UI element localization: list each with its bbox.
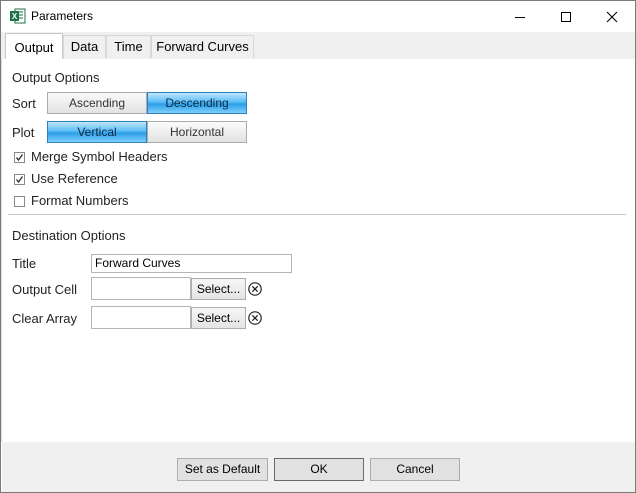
format-numbers-label: Format Numbers xyxy=(31,193,129,208)
maximize-icon xyxy=(561,11,571,22)
sort-label: Sort xyxy=(12,96,36,111)
minimize-button[interactable] xyxy=(497,1,543,32)
clear-array-clear-icon[interactable] xyxy=(248,311,262,325)
title-bar: X Parameters xyxy=(1,1,635,32)
close-button[interactable] xyxy=(589,1,635,32)
clear-array-label: Clear Array xyxy=(12,311,78,326)
use-reference-checkbox[interactable] xyxy=(14,174,25,185)
output-cell-select-button[interactable]: Select... xyxy=(191,278,246,300)
title-input[interactable]: Forward Curves xyxy=(91,254,292,273)
checkmark-icon xyxy=(15,154,24,162)
tab-forward-curves[interactable]: Forward Curves xyxy=(151,35,254,58)
title-label: Title xyxy=(12,256,37,271)
output-options-heading: Output Options xyxy=(12,70,100,85)
maximize-button[interactable] xyxy=(543,1,589,32)
tab-strip: Output Data Time Forward Curves xyxy=(1,32,635,60)
plot-label: Plot xyxy=(12,125,35,140)
parameters-dialog: X Parameters Output Data Time Forward Cu… xyxy=(0,0,636,493)
close-icon xyxy=(606,11,618,22)
dialog-footer: Set as Default OK Cancel xyxy=(2,442,635,492)
output-cell-clear-icon[interactable] xyxy=(248,282,262,296)
ok-button[interactable]: OK xyxy=(274,458,364,481)
section-divider xyxy=(8,214,626,215)
cancel-button[interactable]: Cancel xyxy=(370,458,460,481)
minimize-icon xyxy=(515,16,525,18)
sort-descending-button[interactable]: Descending xyxy=(147,92,247,114)
destination-options-heading: Destination Options xyxy=(12,228,126,243)
output-cell-label: Output Cell xyxy=(12,282,78,297)
tab-data[interactable]: Data xyxy=(63,35,106,58)
plot-horizontal-button[interactable]: Horizontal xyxy=(147,121,247,143)
merge-symbol-headers-label: Merge Symbol Headers xyxy=(31,149,168,164)
checkmark-icon xyxy=(15,176,24,184)
merge-symbol-headers-checkbox[interactable] xyxy=(14,152,25,163)
format-numbers-checkbox[interactable] xyxy=(14,196,25,207)
svg-text:X: X xyxy=(12,12,18,21)
output-tab-panel: Output Options Sort Ascending Descending… xyxy=(2,59,635,441)
tab-time[interactable]: Time xyxy=(106,35,151,58)
clear-array-select-button[interactable]: Select... xyxy=(191,307,246,329)
window-title: Parameters xyxy=(31,9,94,23)
excel-icon: X xyxy=(10,8,26,24)
use-reference-label: Use Reference xyxy=(31,171,118,186)
output-cell-input[interactable] xyxy=(91,277,191,300)
tab-output[interactable]: Output xyxy=(5,33,63,60)
set-as-default-button[interactable]: Set as Default xyxy=(177,458,268,481)
clear-array-input[interactable] xyxy=(91,306,191,329)
sort-ascending-button[interactable]: Ascending xyxy=(47,92,147,114)
plot-vertical-button[interactable]: Vertical xyxy=(47,121,147,143)
